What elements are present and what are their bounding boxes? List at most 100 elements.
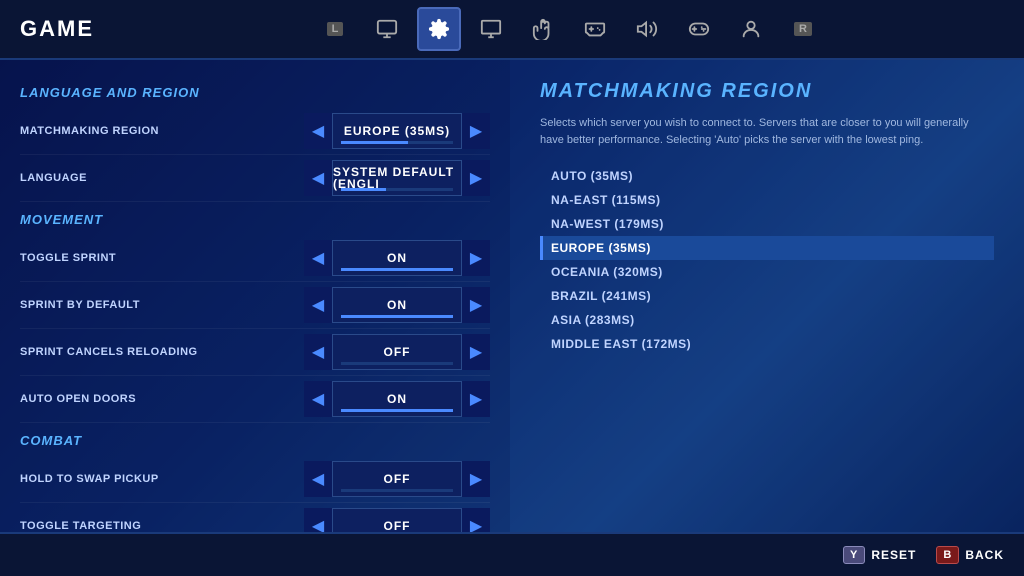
setting-row-hold-to-swap-pickup: HOLD TO SWAP PICKUP◀ OFF ▶ [20, 456, 490, 503]
detail-description: Selects which server you wish to connect… [540, 115, 994, 148]
nav-icons: L [134, 7, 1004, 51]
section-title-movement: MOVEMENT [20, 212, 490, 227]
header: GAME L [0, 0, 1024, 60]
value-text-auto-open-doors: ON [387, 393, 407, 405]
setting-row-sprint-cancels-reloading: SPRINT CANCELS RELOADING◀ OFF ▶ [20, 329, 490, 376]
value-bar-sprint-cancels-reloading [341, 362, 453, 365]
setting-label-matchmaking-region: MATCHMAKING REGION [20, 125, 304, 137]
setting-row-sprint-by-default: SPRINT BY DEFAULT◀ ON ▶ [20, 282, 490, 329]
profile-nav-icon[interactable] [729, 7, 773, 51]
arrow-right-toggle-targeting[interactable]: ▶ [462, 508, 490, 532]
page-title: GAME [20, 16, 94, 42]
setting-label-language: LANGUAGE [20, 172, 304, 184]
setting-control-sprint-cancels-reloading: ◀ OFF ▶ [304, 334, 490, 370]
setting-control-matchmaking-region: ◀ EUROPE (35MS) ▶ [304, 113, 490, 149]
value-bar-hold-to-swap-pickup [341, 489, 453, 492]
value-text-toggle-sprint: ON [387, 252, 407, 264]
setting-row-toggle-targeting: TOGGLE TARGETING◀OFF▶ [20, 503, 490, 532]
reset-badge: Y [843, 546, 865, 564]
setting-label-auto-open-doors: AUTO OPEN DOORS [20, 393, 304, 405]
setting-control-auto-open-doors: ◀ ON ▶ [304, 381, 490, 417]
region-item-europe[interactable]: EUROPE (35MS) [540, 236, 994, 260]
monitor-nav-icon[interactable] [365, 7, 409, 51]
arrow-left-hold-to-swap-pickup[interactable]: ◀ [304, 461, 332, 497]
setting-row-matchmaking-region: MATCHMAKING REGION◀ EUROPE (35MS) ▶ [20, 108, 490, 155]
region-item-asia[interactable]: ASIA (283MS) [540, 308, 994, 332]
arrow-left-toggle-sprint[interactable]: ◀ [304, 240, 332, 276]
value-text-sprint-by-default: ON [387, 299, 407, 311]
value-bar-fill-auto-open-doors [341, 409, 453, 412]
arrow-right-hold-to-swap-pickup[interactable]: ▶ [462, 461, 490, 497]
value-box-toggle-targeting: OFF [332, 508, 462, 532]
settings-panel: LANGUAGE AND REGIONMATCHMAKING REGION◀EU… [0, 60, 510, 532]
region-item-middle-east[interactable]: MIDDLE EAST (172MS) [540, 332, 994, 356]
region-item-oceania[interactable]: OCEANIA (320MS) [540, 260, 994, 284]
arrow-left-language[interactable]: ◀ [304, 160, 332, 196]
controller-nav-icon[interactable] [677, 7, 721, 51]
arrow-left-toggle-targeting[interactable]: ◀ [304, 508, 332, 532]
setting-label-sprint-by-default: SPRINT BY DEFAULT [20, 299, 304, 311]
setting-row-toggle-sprint: TOGGLE SPRINT◀ ON ▶ [20, 235, 490, 282]
region-item-brazil[interactable]: BRAZIL (241MS) [540, 284, 994, 308]
setting-control-sprint-by-default: ◀ ON ▶ [304, 287, 490, 323]
footer: Y RESET B BACK [0, 532, 1024, 576]
setting-label-toggle-targeting: TOGGLE TARGETING [20, 520, 304, 532]
setting-control-language: ◀SYSTEM DEFAULT (ENGLI▶ [304, 160, 490, 196]
arrow-left-matchmaking-region[interactable]: ◀ [304, 113, 332, 149]
r-badge-icon[interactable]: R [781, 7, 825, 51]
back-badge: B [936, 546, 959, 564]
gear-nav-icon[interactable] [417, 7, 461, 51]
arrow-right-toggle-sprint[interactable]: ▶ [462, 240, 490, 276]
audio-nav-icon[interactable] [625, 7, 669, 51]
display-nav-icon[interactable] [469, 7, 513, 51]
setting-label-sprint-cancels-reloading: SPRINT CANCELS RELOADING [20, 346, 304, 358]
value-bar-fill-language [341, 188, 386, 191]
value-text-language: SYSTEM DEFAULT (ENGLI [333, 166, 461, 190]
setting-row-auto-open-doors: AUTO OPEN DOORS◀ ON ▶ [20, 376, 490, 423]
section-title-language-and-region: LANGUAGE AND REGION [20, 85, 490, 100]
detail-title: MATCHMAKING REGION [540, 80, 994, 103]
value-bar-sprint-by-default [341, 315, 453, 318]
region-item-na-west[interactable]: NA-WEST (179MS) [540, 212, 994, 236]
arrow-right-language[interactable]: ▶ [462, 160, 490, 196]
value-box-toggle-sprint: ON [332, 240, 462, 276]
arrow-right-matchmaking-region[interactable]: ▶ [462, 113, 490, 149]
hand-nav-icon[interactable] [521, 7, 565, 51]
back-label: BACK [965, 548, 1004, 562]
value-text-sprint-cancels-reloading: OFF [384, 346, 411, 358]
value-box-matchmaking-region: EUROPE (35MS) [332, 113, 462, 149]
arrow-right-sprint-cancels-reloading[interactable]: ▶ [462, 334, 490, 370]
value-bar-fill-matchmaking-region [341, 141, 408, 144]
arrow-left-sprint-cancels-reloading[interactable]: ◀ [304, 334, 332, 370]
app-container: GAME L [0, 0, 1024, 576]
arrow-left-auto-open-doors[interactable]: ◀ [304, 381, 332, 417]
value-bar-matchmaking-region [341, 141, 453, 144]
back-button[interactable]: B BACK [936, 546, 1004, 564]
reset-label: RESET [871, 548, 916, 562]
value-bar-auto-open-doors [341, 409, 453, 412]
setting-label-hold-to-swap-pickup: HOLD TO SWAP PICKUP [20, 473, 304, 485]
setting-control-toggle-sprint: ◀ ON ▶ [304, 240, 490, 276]
reset-button[interactable]: Y RESET [843, 546, 916, 564]
region-list: AUTO (35MS)NA-EAST (115MS)NA-WEST (179MS… [540, 164, 994, 356]
setting-control-toggle-targeting: ◀OFF▶ [304, 508, 490, 532]
region-item-na-east[interactable]: NA-EAST (115MS) [540, 188, 994, 212]
value-box-sprint-by-default: ON [332, 287, 462, 323]
value-bar-language [341, 188, 453, 191]
setting-control-hold-to-swap-pickup: ◀ OFF ▶ [304, 461, 490, 497]
value-bar-toggle-sprint [341, 268, 453, 271]
value-box-hold-to-swap-pickup: OFF [332, 461, 462, 497]
value-text-matchmaking-region: EUROPE (35MS) [344, 125, 450, 137]
value-text-hold-to-swap-pickup: OFF [384, 473, 411, 485]
region-item-auto[interactable]: AUTO (35MS) [540, 164, 994, 188]
keyboard-nav-icon[interactable]: L [313, 7, 357, 51]
main-content: LANGUAGE AND REGIONMATCHMAKING REGION◀EU… [0, 60, 1024, 532]
setting-label-toggle-sprint: TOGGLE SPRINT [20, 252, 304, 264]
value-box-sprint-cancels-reloading: OFF [332, 334, 462, 370]
value-box-language: SYSTEM DEFAULT (ENGLI [332, 160, 462, 196]
arrow-right-auto-open-doors[interactable]: ▶ [462, 381, 490, 417]
value-bar-fill-toggle-sprint [341, 268, 453, 271]
gamepad-nav-icon[interactable] [573, 7, 617, 51]
arrow-right-sprint-by-default[interactable]: ▶ [462, 287, 490, 323]
arrow-left-sprint-by-default[interactable]: ◀ [304, 287, 332, 323]
